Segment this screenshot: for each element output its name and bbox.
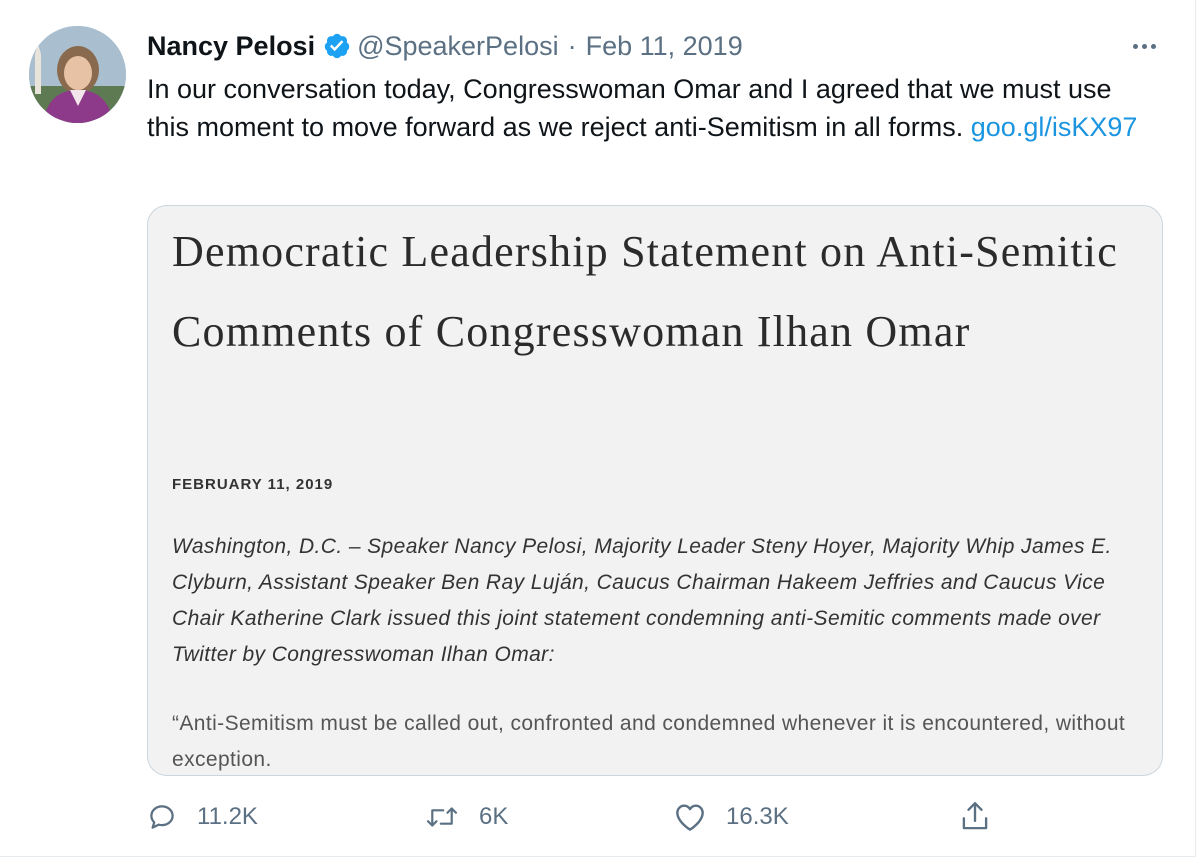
tweet-body: In our conversation today, Congresswoman… [147,74,1112,142]
card-body: Washington, D.C. – Speaker Nancy Pelosi,… [172,535,1112,666]
share-icon [962,802,988,830]
card-quote: “Anti-Semitism must be called out, confr… [172,712,1126,771]
verified-badge-icon [323,32,351,60]
tweet[interactable]: Nancy Pelosi @SpeakerPelosi · Feb 11, 20… [0,0,1196,857]
retweet-count: 6K [479,803,509,830]
card-date: FEBRUARY 11, 2019 [172,476,334,493]
link-card[interactable]: Democratic Leadership Statement on Anti-… [147,205,1163,776]
tweet-link[interactable]: goo.gl/isKX97 [971,112,1138,142]
avatar[interactable] [29,26,126,123]
author-handle[interactable]: @SpeakerPelosi [357,31,559,62]
heart-icon [676,804,704,831]
like-button[interactable]: 16.3K [674,796,789,838]
reply-count: 11.2K [197,803,258,830]
separator-dot: · [567,30,577,61]
tweet-date[interactable]: Feb 11, 2019 [586,31,743,62]
more-dot [1141,43,1147,49]
tweet-text: In our conversation today, Congresswoman… [147,71,1157,146]
card-title: Democratic Leadership Statement on Anti-… [172,227,1118,356]
more-dot [1150,43,1156,49]
author-name[interactable]: Nancy Pelosi [147,31,315,62]
reply-icon [150,805,174,829]
retweet-button[interactable]: 6K [425,796,508,838]
more-icon[interactable] [1124,32,1164,60]
avatar-image [29,26,126,123]
tweet-header: Nancy Pelosi @SpeakerPelosi · Feb 11, 20… [147,27,743,65]
more-dot [1132,43,1138,49]
retweet-icon [426,807,458,827]
reply-button[interactable]: 11.2K [147,796,258,838]
like-count: 16.3K [726,803,789,830]
tweet-actions: 11.2K 6K 16.3K [147,796,1007,838]
share-button[interactable] [959,796,1011,838]
